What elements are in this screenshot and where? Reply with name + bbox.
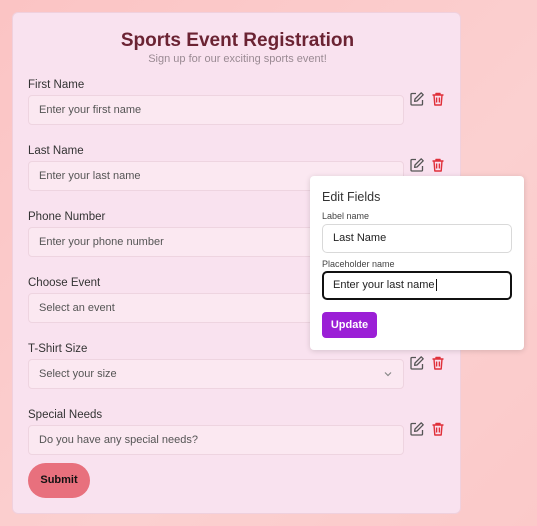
label-name-input[interactable]: Last Name: [322, 224, 512, 253]
special-needs-label: Special Needs: [28, 409, 103, 421]
phone-number-label: Phone Number: [28, 211, 106, 223]
special-needs-input[interactable]: Do you have any special needs?: [28, 425, 404, 455]
popup-title: Edit Fields: [322, 190, 381, 204]
placeholder-name-label: Placeholder name: [322, 259, 395, 269]
first-name-label: First Name: [28, 79, 85, 91]
update-button[interactable]: Update: [322, 312, 377, 338]
placeholder-name-input[interactable]: Enter your last name: [322, 271, 512, 300]
form-subtitle: Sign up for our exciting sports event!: [148, 53, 327, 65]
trash-icon[interactable]: [430, 355, 446, 371]
submit-button[interactable]: Submit: [28, 463, 90, 498]
trash-icon[interactable]: [430, 421, 446, 437]
edit-icon[interactable]: [409, 91, 425, 107]
edit-icon[interactable]: [409, 421, 425, 437]
edit-fields-popup: Edit Fields Label name Last Name Placeho…: [310, 176, 524, 350]
trash-icon[interactable]: [430, 157, 446, 173]
edit-icon[interactable]: [409, 157, 425, 173]
label-name-label: Label name: [322, 211, 370, 221]
trash-icon[interactable]: [430, 91, 446, 107]
placeholder-name-value: Enter your last name: [333, 279, 435, 291]
choose-event-selected: Select an event: [39, 302, 115, 314]
form-title: Sports Event Registration: [120, 30, 355, 51]
choose-event-label: Choose Event: [28, 277, 101, 289]
first-name-input[interactable]: Enter your first name: [28, 95, 404, 125]
last-name-label: Last Name: [28, 145, 84, 157]
tshirt-size-select[interactable]: Select your size: [28, 359, 404, 389]
tshirt-size-label: T-Shirt Size: [28, 343, 88, 355]
tshirt-size-selected: Select your size: [39, 368, 117, 380]
text-cursor: [435, 279, 437, 292]
edit-icon[interactable]: [409, 355, 425, 371]
chevron-down-icon: [384, 372, 392, 377]
